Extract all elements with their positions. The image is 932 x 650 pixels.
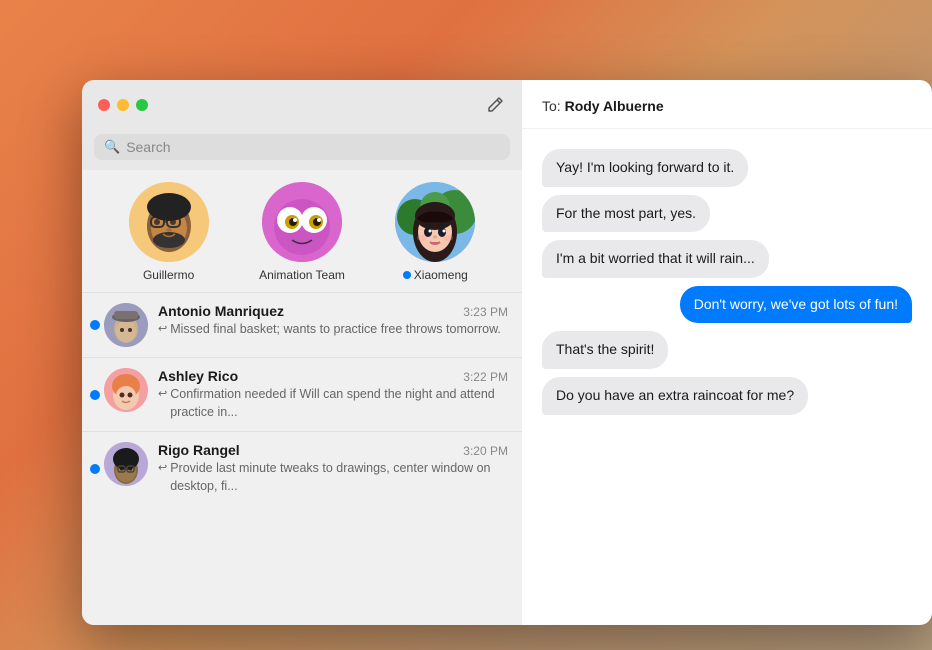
- compose-button[interactable]: [484, 94, 506, 116]
- message-item-antonio[interactable]: Antonio Manriquez 3:23 PM ↩ Missed final…: [82, 292, 522, 357]
- bubble-2: For the most part, yes.: [542, 195, 710, 233]
- message-time-rigo: 3:20 PM: [463, 444, 508, 458]
- unread-dot-antonio: [90, 320, 100, 330]
- avatar-rigo: [104, 442, 148, 486]
- avatar-guillermo: [129, 182, 209, 262]
- message-item-ashley[interactable]: Ashley Rico 3:22 PM ↩ Confirmation neede…: [82, 357, 522, 431]
- message-preview-rigo: ↩ Provide last minute tweaks to drawings…: [158, 460, 508, 495]
- unread-dot-xiaomeng: [403, 271, 411, 279]
- message-content-antonio: Antonio Manriquez 3:23 PM ↩ Missed final…: [158, 303, 508, 339]
- sender-name-ashley: Ashley Rico: [158, 368, 238, 384]
- avatar-animation-team: [262, 182, 342, 262]
- message-header-antonio: Antonio Manriquez 3:23 PM: [158, 303, 508, 319]
- sender-name-antonio: Antonio Manriquez: [158, 303, 284, 319]
- search-container: 🔍 Search: [82, 126, 522, 170]
- message-item-rigo[interactable]: Rigo Rangel 3:20 PM ↩ Provide last minut…: [82, 431, 522, 505]
- message-preview-ashley: ↩ Confirmation needed if Will can spend …: [158, 386, 508, 421]
- search-placeholder: Search: [126, 139, 170, 155]
- unread-dot-ashley: [90, 390, 100, 400]
- minimize-button[interactable]: [117, 99, 129, 111]
- bubble-3: I'm a bit worried that it will rain...: [542, 240, 769, 278]
- message-time-antonio: 3:23 PM: [463, 305, 508, 319]
- chat-to: To: Rody Albuerne: [542, 98, 912, 114]
- avatar-xiaomeng: [395, 182, 475, 262]
- pinned-contacts: Guillermo: [82, 170, 522, 292]
- bubble-4: Don't worry, we've got lots of fun!: [680, 286, 912, 324]
- search-icon: 🔍: [104, 139, 120, 155]
- contact-name-xiaomeng: Xiaomeng: [403, 268, 468, 282]
- preview-icon-antonio: ↩: [158, 322, 167, 337]
- titlebar: [82, 80, 522, 126]
- chat-recipient-name: Rody Albuerne: [565, 98, 664, 114]
- contact-name-guillermo: Guillermo: [143, 268, 194, 282]
- preview-icon-rigo: ↩: [158, 461, 167, 476]
- search-bar[interactable]: 🔍 Search: [94, 134, 510, 160]
- bubble-5: That's the spirit!: [542, 331, 668, 369]
- bubble-6: Do you have an extra raincoat for me?: [542, 377, 808, 415]
- chat-area: To: Rody Albuerne Yay! I'm looking forwa…: [522, 80, 932, 625]
- fullscreen-button[interactable]: [136, 99, 148, 111]
- chat-header: To: Rody Albuerne: [522, 80, 932, 129]
- preview-icon-ashley: ↩: [158, 387, 167, 402]
- sender-name-rigo: Rigo Rangel: [158, 442, 240, 458]
- message-header-rigo: Rigo Rangel 3:20 PM: [158, 442, 508, 458]
- message-content-rigo: Rigo Rangel 3:20 PM ↩ Provide last minut…: [158, 442, 508, 495]
- message-list: Antonio Manriquez 3:23 PM ↩ Missed final…: [82, 292, 522, 625]
- pinned-contact-xiaomeng[interactable]: Xiaomeng: [380, 182, 490, 282]
- message-preview-antonio: ↩ Missed final basket; wants to practice…: [158, 321, 508, 339]
- messages-window: 🔍 Search: [82, 80, 932, 625]
- close-button[interactable]: [98, 99, 110, 111]
- unread-dot-rigo: [90, 464, 100, 474]
- pinned-contact-animation-team[interactable]: Animation Team: [247, 182, 357, 282]
- sidebar: 🔍 Search: [82, 80, 522, 625]
- message-time-ashley: 3:22 PM: [463, 370, 508, 384]
- pinned-contact-guillermo[interactable]: Guillermo: [114, 182, 224, 282]
- avatar-ashley: [104, 368, 148, 412]
- avatar-antonio: [104, 303, 148, 347]
- chat-messages: Yay! I'm looking forward to it. For the …: [522, 129, 932, 625]
- traffic-lights: [98, 99, 148, 111]
- contact-name-animation-team: Animation Team: [259, 268, 345, 282]
- message-header-ashley: Ashley Rico 3:22 PM: [158, 368, 508, 384]
- message-content-ashley: Ashley Rico 3:22 PM ↩ Confirmation neede…: [158, 368, 508, 421]
- bubble-1: Yay! I'm looking forward to it.: [542, 149, 748, 187]
